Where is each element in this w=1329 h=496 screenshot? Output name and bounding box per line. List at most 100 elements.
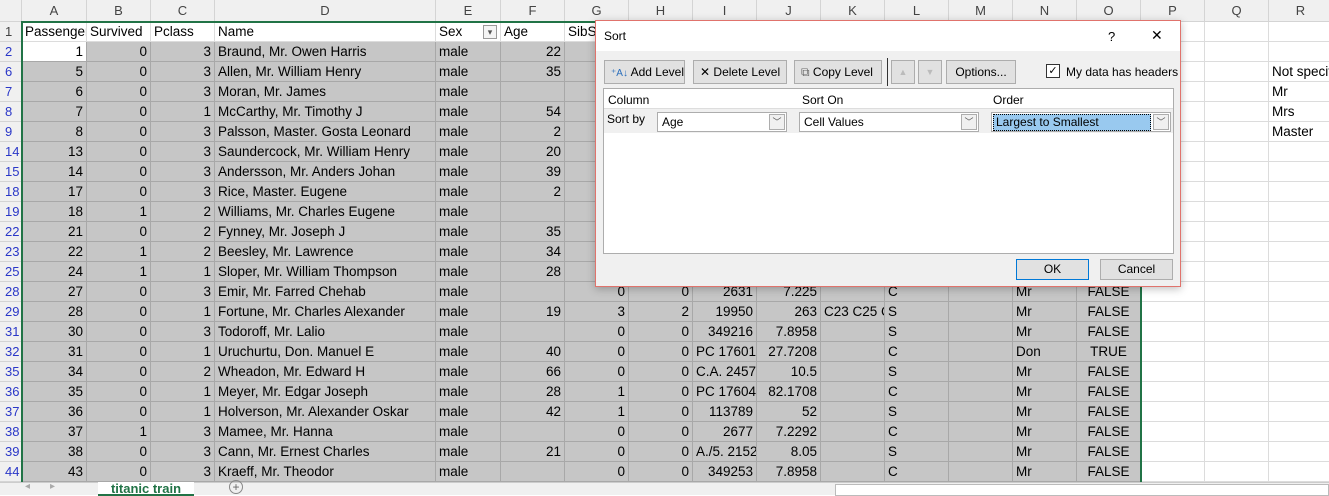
cell-g37[interactable]: 1 <box>565 402 629 422</box>
cell-n37[interactable]: Mr <box>1013 402 1077 422</box>
row-header[interactable]: 22 <box>0 222 22 242</box>
cell-b31[interactable]: 0 <box>87 322 151 342</box>
cell-r14[interactable] <box>1269 142 1329 162</box>
cell-m31[interactable] <box>949 322 1013 342</box>
cell-q15[interactable] <box>1205 162 1269 182</box>
cell-c19[interactable]: 2 <box>151 202 215 222</box>
cell-j29[interactable]: 263 <box>757 302 821 322</box>
cell-a14[interactable]: 13 <box>22 142 87 162</box>
cell-l29[interactable]: S <box>885 302 949 322</box>
close-icon[interactable]: ✕ <box>1151 27 1163 44</box>
cell-f35[interactable]: 66 <box>501 362 565 382</box>
cell-q9[interactable] <box>1205 122 1269 142</box>
cell-c6[interactable]: 3 <box>151 62 215 82</box>
cell-c28[interactable]: 3 <box>151 282 215 302</box>
copy-level-button[interactable]: ⧉ Copy Level <box>794 60 882 84</box>
row-header[interactable]: 19 <box>0 202 22 222</box>
cell-q7[interactable] <box>1205 82 1269 102</box>
cell-b15[interactable]: 0 <box>87 162 151 182</box>
cell-p36[interactable] <box>1141 382 1205 402</box>
cell-k37[interactable] <box>821 402 885 422</box>
cell-c18[interactable]: 3 <box>151 182 215 202</box>
cell-i36[interactable]: PC 17604 <box>693 382 757 402</box>
cell-f23[interactable]: 34 <box>501 242 565 262</box>
column-header-g[interactable]: G <box>565 0 629 22</box>
cell-o32[interactable]: TRUE <box>1077 342 1141 362</box>
cell-e6[interactable]: male <box>436 62 501 82</box>
cell-a28[interactable]: 27 <box>22 282 87 302</box>
cell-b28[interactable]: 0 <box>87 282 151 302</box>
cell-j44[interactable]: 7.8958 <box>757 462 821 482</box>
cell-r22[interactable] <box>1269 222 1329 242</box>
cell-m29[interactable] <box>949 302 1013 322</box>
cell-d14[interactable]: Saundercock, Mr. William Henry <box>215 142 436 162</box>
cell-e38[interactable]: male <box>436 422 501 442</box>
cell-c31[interactable]: 3 <box>151 322 215 342</box>
cell-j39[interactable]: 8.05 <box>757 442 821 462</box>
cell-j32[interactable]: 27.7208 <box>757 342 821 362</box>
cell-a38[interactable]: 37 <box>22 422 87 442</box>
sheet-tab-titanic-train[interactable]: titanic train <box>98 482 194 496</box>
cell-k36[interactable] <box>821 382 885 402</box>
cell-q38[interactable] <box>1205 422 1269 442</box>
cell-e23[interactable]: male <box>436 242 501 262</box>
cell-i29[interactable]: 19950 <box>693 302 757 322</box>
cell-b44[interactable]: 0 <box>87 462 151 482</box>
cell-f2[interactable]: 22 <box>501 42 565 62</box>
cell-i44[interactable]: 349253 <box>693 462 757 482</box>
select-all-corner[interactable] <box>0 0 22 22</box>
cell-j37[interactable]: 52 <box>757 402 821 422</box>
cell-c36[interactable]: 1 <box>151 382 215 402</box>
row-header[interactable]: 25 <box>0 262 22 282</box>
cell-c35[interactable]: 2 <box>151 362 215 382</box>
cell-d32[interactable]: Uruchurtu, Don. Manuel E <box>215 342 436 362</box>
column-header-q[interactable]: Q <box>1205 0 1269 22</box>
cell-c7[interactable]: 3 <box>151 82 215 102</box>
column-header-d[interactable]: D <box>215 0 436 22</box>
cell-f9[interactable]: 2 <box>501 122 565 142</box>
cell-a6[interactable]: 5 <box>22 62 87 82</box>
cell-q18[interactable] <box>1205 182 1269 202</box>
headers-checkbox[interactable]: ✓ <box>1046 64 1060 78</box>
plus-circle-icon[interactable]: + <box>229 480 243 494</box>
cell-o37[interactable]: FALSE <box>1077 402 1141 422</box>
cell-g38[interactable]: 0 <box>565 422 629 442</box>
cell-d6[interactable]: Allen, Mr. William Henry <box>215 62 436 82</box>
help-button[interactable]: ? <box>1108 29 1115 44</box>
cell-o31[interactable]: FALSE <box>1077 322 1141 342</box>
cell-a25[interactable]: 24 <box>22 262 87 282</box>
cell-b32[interactable]: 0 <box>87 342 151 362</box>
cell-h39[interactable]: 0 <box>629 442 693 462</box>
cell-a44[interactable]: 43 <box>22 462 87 482</box>
cell-d22[interactable]: Fynney, Mr. Joseph J <box>215 222 436 242</box>
cell-i32[interactable]: PC 17601 <box>693 342 757 362</box>
cell-b19[interactable]: 1 <box>87 202 151 222</box>
cell-m39[interactable] <box>949 442 1013 462</box>
scroll-right-icon[interactable]: ▸ <box>50 481 55 492</box>
cell-r39[interactable] <box>1269 442 1329 462</box>
cell-r31[interactable] <box>1269 322 1329 342</box>
cell-q28[interactable] <box>1205 282 1269 302</box>
cell-k39[interactable] <box>821 442 885 462</box>
cell-p44[interactable] <box>1141 462 1205 482</box>
cell-k32[interactable] <box>821 342 885 362</box>
cell-a18[interactable]: 17 <box>22 182 87 202</box>
cell-n44[interactable]: Mr <box>1013 462 1077 482</box>
options-button[interactable]: Options... <box>946 60 1016 84</box>
move-up-button[interactable]: ▲ <box>891 60 915 84</box>
cell-e37[interactable]: male <box>436 402 501 422</box>
cell-d38[interactable]: Mamee, Mr. Hanna <box>215 422 436 442</box>
cell-q36[interactable] <box>1205 382 1269 402</box>
cell-h36[interactable]: 0 <box>629 382 693 402</box>
cell-f38[interactable] <box>501 422 565 442</box>
cell-g44[interactable]: 0 <box>565 462 629 482</box>
row-header[interactable]: 1 <box>0 22 22 42</box>
sort-on-select[interactable]: Cell Values ﹀ <box>799 112 979 132</box>
row-header[interactable]: 37 <box>0 402 22 422</box>
cell-r38[interactable] <box>1269 422 1329 442</box>
cell-d31[interactable]: Todoroff, Mr. Lalio <box>215 322 436 342</box>
cell-d44[interactable]: Kraeff, Mr. Theodor <box>215 462 436 482</box>
cell-l38[interactable]: C <box>885 422 949 442</box>
cell-a19[interactable]: 18 <box>22 202 87 222</box>
cell-p29[interactable] <box>1141 302 1205 322</box>
